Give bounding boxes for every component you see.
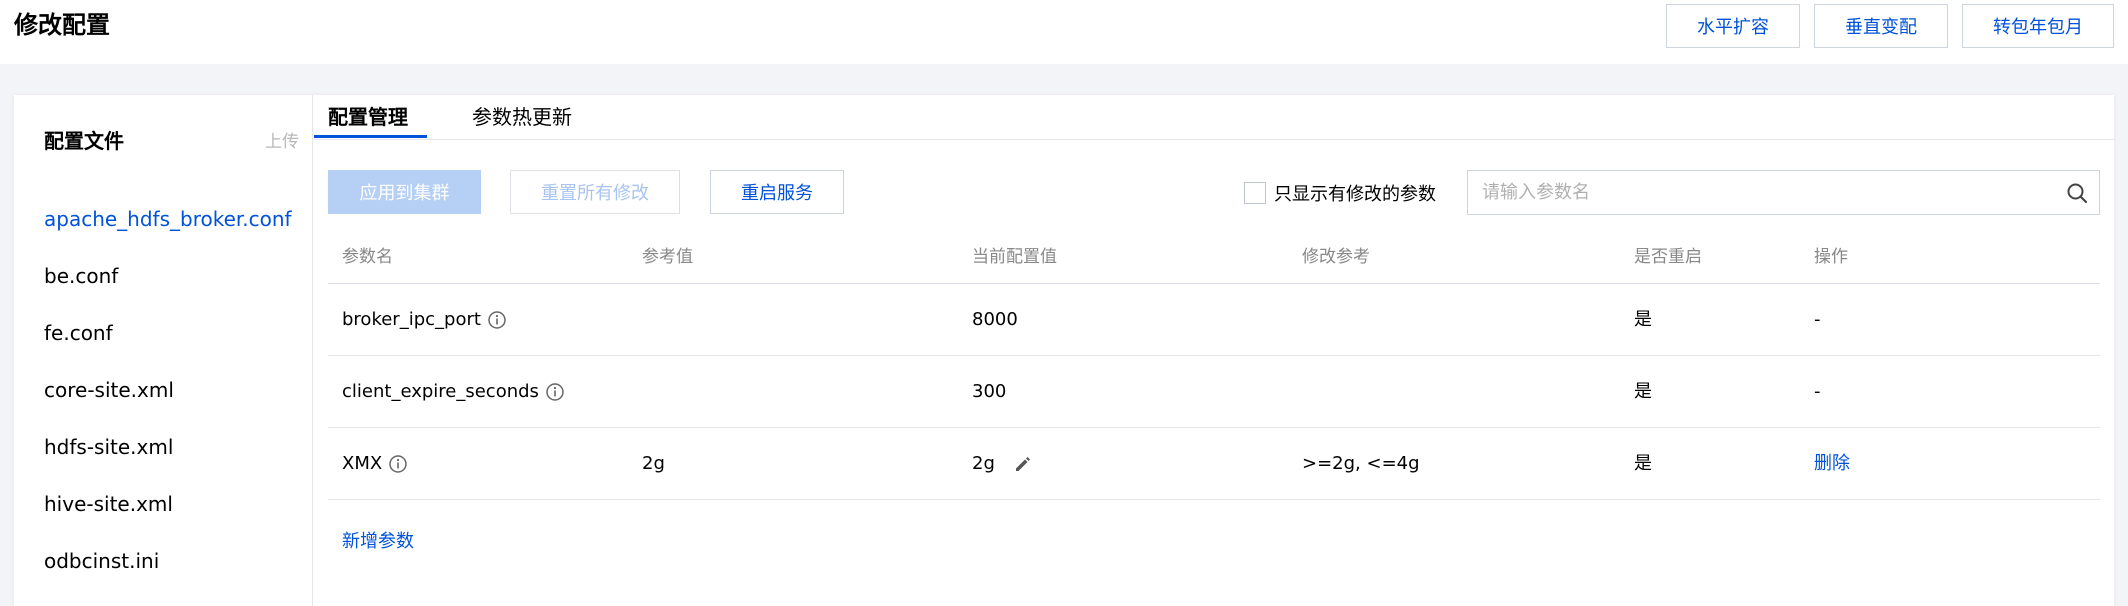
modify-hint: >=2g, <=4g <box>1302 453 1420 474</box>
tab-bar: 配置管理 参数热更新 <box>314 95 2114 140</box>
config-card: 配置文件 上传 apache_hdfs_broker.conf be.conf … <box>14 95 2114 606</box>
reset-all-button[interactable]: 重置所有修改 <box>510 170 680 214</box>
info-icon[interactable] <box>545 382 565 402</box>
param-name-cell: broker_ipc_port <box>342 284 507 356</box>
col-modify-hint: 修改参考 <box>1302 247 1370 267</box>
config-file-list: apache_hdfs_broker.conf be.conf fe.conf … <box>44 191 292 590</box>
tab-config-management[interactable]: 配置管理 <box>328 103 408 131</box>
col-current-value: 当前配置值 <box>972 247 1057 267</box>
current-value-cell: 2g <box>972 428 1033 500</box>
table-header: 参数名 参考值 当前配置值 修改参考 是否重启 操作 <box>328 230 2100 284</box>
col-need-restart: 是否重启 <box>1634 247 1702 267</box>
only-modified-label: 只显示有修改的参数 <box>1274 184 1436 205</box>
checkbox-box[interactable] <box>1244 182 1266 204</box>
sidebar-item-be-conf[interactable]: be.conf <box>44 248 292 305</box>
reference-value: 2g <box>642 453 665 474</box>
param-name-cell: client_expire_seconds <box>342 356 565 428</box>
param-name-cell: XMX <box>342 428 408 500</box>
restart-service-button[interactable]: 重启服务 <box>710 170 844 214</box>
table-row: XMX 2g 2g >=2g, <=4g 是 删除 <box>328 428 2100 500</box>
col-actions: 操作 <box>1814 247 1848 267</box>
scale-out-button[interactable]: 水平扩容 <box>1666 4 1800 48</box>
only-modified-checkbox[interactable]: 只显示有修改的参数 <box>1244 180 1436 206</box>
current-value: 8000 <box>972 309 1018 330</box>
search-icon[interactable] <box>2065 181 2089 205</box>
need-restart: 是 <box>1634 309 1652 330</box>
active-tab-indicator <box>314 135 427 138</box>
param-name: broker_ipc_port <box>342 309 481 330</box>
col-param-name: 参数名 <box>342 247 393 267</box>
header-actions: 水平扩容 垂直变配 转包年包月 <box>1666 4 2114 48</box>
delete-link[interactable]: 删除 <box>1814 428 1850 500</box>
action-cell: - <box>1814 381 1821 402</box>
param-name: client_expire_seconds <box>342 381 539 402</box>
scale-up-button[interactable]: 垂直变配 <box>1814 4 1948 48</box>
sidebar-item-apache-hdfs-broker-conf[interactable]: apache_hdfs_broker.conf <box>44 191 292 248</box>
upload-link[interactable]: 上传 <box>265 127 299 152</box>
apply-to-cluster-button[interactable]: 应用到集群 <box>328 170 481 214</box>
sidebar-header: 配置文件 上传 <box>44 125 299 154</box>
col-reference-value: 参考值 <box>642 247 693 267</box>
current-value: 2g <box>972 453 995 474</box>
sidebar-item-hdfs-site-xml[interactable]: hdfs-site.xml <box>44 419 292 476</box>
sidebar-title: 配置文件 <box>44 129 124 153</box>
action-cell: - <box>1814 309 1821 330</box>
config-file-sidebar: 配置文件 上传 apache_hdfs_broker.conf be.conf … <box>14 95 313 606</box>
sidebar-item-hive-site-xml[interactable]: hive-site.xml <box>44 476 292 533</box>
info-icon[interactable] <box>388 454 408 474</box>
need-restart: 是 <box>1634 381 1652 402</box>
info-icon[interactable] <box>487 310 507 330</box>
param-table: 参数名 参考值 当前配置值 修改参考 是否重启 操作 broker_ipc_po… <box>328 230 2100 500</box>
main-panel: 配置管理 参数热更新 应用到集群 重置所有修改 重启服务 只显示有修改的参数 参… <box>314 95 2114 606</box>
top-bar: 修改配置 水平扩容 垂直变配 转包年包月 <box>0 0 2128 64</box>
param-search <box>1467 170 2100 215</box>
current-value: 300 <box>972 381 1007 402</box>
param-name: XMX <box>342 453 383 474</box>
convert-subscription-button[interactable]: 转包年包月 <box>1962 4 2114 48</box>
table-row: broker_ipc_port 8000 是 - <box>328 284 2100 356</box>
pencil-icon[interactable] <box>1013 454 1033 474</box>
table-row: client_expire_seconds 300 是 - <box>328 356 2100 428</box>
sidebar-item-fe-conf[interactable]: fe.conf <box>44 305 292 362</box>
search-input[interactable] <box>1482 171 2042 214</box>
add-param-link[interactable]: 新增参数 <box>342 527 414 553</box>
sidebar-item-core-site-xml[interactable]: core-site.xml <box>44 362 292 419</box>
sidebar-item-odbcinst-ini[interactable]: odbcinst.ini <box>44 533 292 590</box>
need-restart: 是 <box>1634 453 1652 474</box>
tab-hot-update[interactable]: 参数热更新 <box>472 103 572 131</box>
page-title: 修改配置 <box>14 11 110 39</box>
